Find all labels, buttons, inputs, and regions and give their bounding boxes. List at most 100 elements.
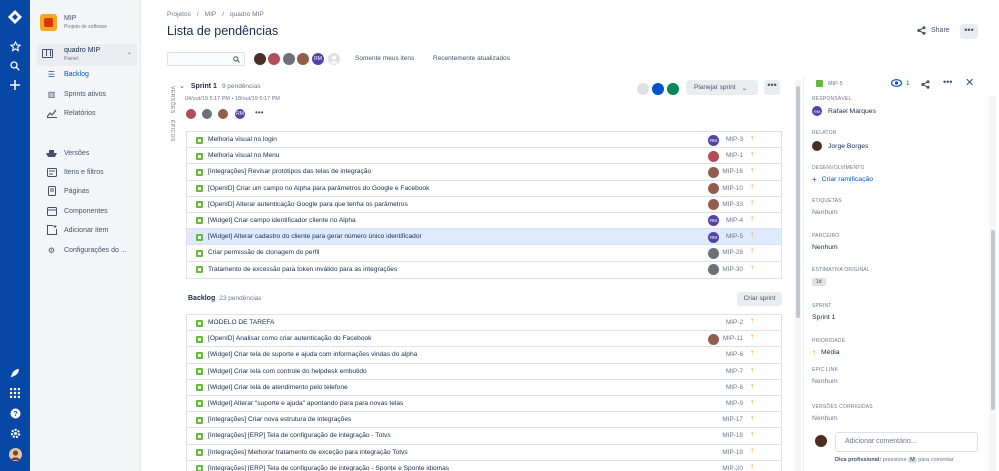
create-branch-link[interactable]: + Criar ramificação — [812, 175, 873, 184]
issue-key[interactable]: MIP-9 — [726, 400, 743, 407]
create-plus-icon[interactable] — [7, 77, 23, 93]
epics-panel-toggle[interactable]: ÉPICOS — [169, 120, 175, 142]
issue-row[interactable]: [Widget] Alterar "suporte e ajuda" apont… — [187, 395, 781, 413]
avatar[interactable] — [282, 52, 296, 66]
versions-panel-toggle[interactable]: VERSÕES — [169, 86, 175, 114]
close-icon[interactable]: ✕ — [965, 76, 974, 89]
avatar[interactable] — [267, 52, 281, 66]
epic-link-field[interactable]: Nenhum — [812, 378, 838, 385]
issue-row[interactable]: Tratamento de excessão para token inváli… — [187, 261, 781, 278]
avatar[interactable] — [217, 108, 229, 120]
issue-row[interactable]: [Widget] Criar tela de suporte e ajuda c… — [187, 347, 781, 364]
issue-key[interactable]: MIP-8 — [726, 384, 743, 391]
search-icon[interactable] — [7, 58, 23, 74]
sidebar-item-components[interactable]: Componentes — [46, 205, 108, 217]
apps-grid-icon[interactable] — [7, 385, 23, 401]
project-avatar[interactable] — [40, 14, 57, 31]
assignee-field[interactable]: RM Rafael Marques — [812, 106, 876, 116]
issue-key[interactable]: MIP-20 — [722, 465, 743, 471]
avatar[interactable] — [201, 108, 213, 120]
issue-row[interactable]: [OpenID] Analisar como criar autenticaçã… — [187, 331, 781, 348]
plan-sprint-button[interactable]: Planejar sprint ⌄ — [686, 80, 758, 95]
more-icon[interactable]: ••• — [943, 77, 952, 87]
user-avatar[interactable] — [7, 446, 23, 462]
issue-key[interactable]: MIP-18 — [722, 432, 743, 439]
issue-key[interactable]: MIP-6 — [726, 351, 743, 358]
avatar[interactable] — [185, 108, 197, 120]
sidebar-item-settings[interactable]: ⚙ Configurações do ... — [46, 244, 127, 256]
filter-recently-updated[interactable]: Recentemente atualizados — [433, 55, 510, 62]
issue-row[interactable]: Criar permissão de clonagem do perfil MIP… — [187, 245, 781, 262]
fix-versions-field[interactable]: Nenhum — [812, 415, 838, 422]
more-actions-button[interactable]: ••• — [960, 24, 978, 39]
priority-field[interactable]: ↑ Média — [812, 348, 840, 357]
scrollbar-thumb[interactable] — [990, 230, 995, 410]
project-name[interactable]: MIP — [64, 15, 76, 22]
sidebar-item-versions[interactable]: Versões — [46, 147, 89, 159]
comment-input[interactable]: Adicionar comentário... — [835, 432, 978, 452]
issue-row[interactable]: Melhoria visual no login RM MIP-3 ↑ — [187, 132, 781, 149]
issue-key[interactable]: MIP-2 — [726, 319, 743, 326]
sidebar-item-add-item[interactable]: Adicionar item — [46, 224, 108, 236]
issue-key[interactable]: MIP-5 — [816, 80, 843, 87]
reporter-field[interactable]: Jorge Borges — [812, 141, 868, 151]
avatar[interactable] — [253, 52, 267, 66]
sidebar-item-pages[interactable]: Páginas — [46, 185, 89, 197]
issue-row[interactable]: [Widget] Criar tela de atendimento pelo … — [187, 379, 781, 396]
partner-field[interactable]: Nenhum — [812, 244, 838, 251]
breadcrumb-board[interactable]: quadro MIP — [230, 11, 264, 18]
issue-row[interactable]: [Widget] Criar tela com controle do help… — [187, 363, 781, 380]
issue-key[interactable]: MIP-11 — [723, 335, 743, 342]
estimate-field[interactable]: 1d — [812, 278, 826, 286]
sprint-more-button[interactable]: ••• — [764, 80, 780, 95]
issue-key[interactable]: MIP-7 — [726, 368, 743, 375]
issue-row[interactable]: Melhoria visual no Menu MIP-1 ↑ — [187, 148, 781, 165]
rocket-icon[interactable] — [7, 365, 23, 381]
issue-key[interactable]: MIP-4 — [726, 217, 743, 224]
star-icon[interactable] — [7, 38, 23, 54]
sprint-field[interactable]: Sprint 1 — [812, 314, 835, 321]
avatar-unassigned[interactable] — [327, 52, 341, 66]
issue-row[interactable]: [Widget] Alterar cadastro do cliente par… — [187, 229, 781, 246]
issue-row[interactable]: [Integrações] Criar nova estrutura de in… — [187, 412, 781, 429]
more-avatars-button[interactable]: ••• — [255, 108, 263, 117]
issue-key[interactable]: MIP-28 — [722, 249, 743, 256]
labels-field[interactable]: Nenhum — [812, 209, 838, 216]
issue-key[interactable]: MIP-1 — [726, 152, 743, 159]
watch-button[interactable]: 1 — [891, 79, 910, 87]
help-icon[interactable]: ? — [7, 405, 23, 421]
scrollbar-thumb[interactable] — [796, 86, 800, 318]
issue-row[interactable]: [Integrações] Melhorar tratamento de exc… — [187, 444, 781, 461]
issue-row[interactable]: [Integrações] [ERP] Tela de configuração… — [187, 460, 781, 471]
board-switcher[interactable]: quadro MIP Painel ⌄ — [37, 44, 137, 66]
issue-row[interactable]: [Integrações] Revisar protótipos das tel… — [187, 164, 781, 181]
detail-scrollbar[interactable] — [989, 96, 996, 471]
breadcrumb-project[interactable]: MIP — [205, 11, 217, 18]
main-scrollbar[interactable] — [795, 80, 801, 471]
issue-row[interactable]: MODELO DE TAREFA MIP-2 ↑ — [187, 315, 781, 332]
sidebar-item-active-sprints[interactable]: ▥ Sprints ativos — [46, 88, 106, 100]
issue-key[interactable]: MIP-19 — [722, 449, 743, 456]
issue-key[interactable]: MIP-33 — [722, 201, 743, 208]
share-button[interactable]: Share — [917, 26, 950, 35]
avatar-rm[interactable]: RM — [311, 52, 325, 66]
create-sprint-button[interactable]: Criar sprint — [737, 292, 782, 306]
jira-logo-icon[interactable] — [7, 9, 23, 25]
sidebar-item-issues[interactable]: Itens e filtros — [46, 166, 104, 178]
issue-row[interactable]: [Widget] Criar campo identificador clien… — [187, 212, 781, 230]
issue-row[interactable]: [OpenID] Alterar autenticação Google par… — [187, 196, 781, 213]
issue-key[interactable]: MIP-3 — [726, 136, 743, 143]
issue-key[interactable]: MIP-16 — [722, 168, 743, 175]
avatar[interactable] — [296, 52, 310, 66]
filter-only-my-issues[interactable]: Somente meus itens — [355, 55, 414, 62]
issue-row[interactable]: [Integrações] [ERP] Tela de configuração… — [187, 428, 781, 445]
sprint-header[interactable]: ⌄ Sprint 1 9 pendências — [179, 82, 261, 91]
avatar-rm[interactable]: RM — [234, 108, 246, 120]
issue-key[interactable]: MIP-17 — [722, 416, 743, 423]
search-input[interactable] — [167, 52, 245, 66]
issue-key[interactable]: MIP-10 — [722, 185, 743, 192]
sidebar-item-backlog[interactable]: ☰ Backlog — [46, 68, 89, 80]
issue-key[interactable]: MIP-5 — [726, 233, 743, 240]
sidebar-item-reports[interactable]: Relatórios — [46, 107, 96, 119]
share-icon[interactable] — [921, 80, 930, 91]
